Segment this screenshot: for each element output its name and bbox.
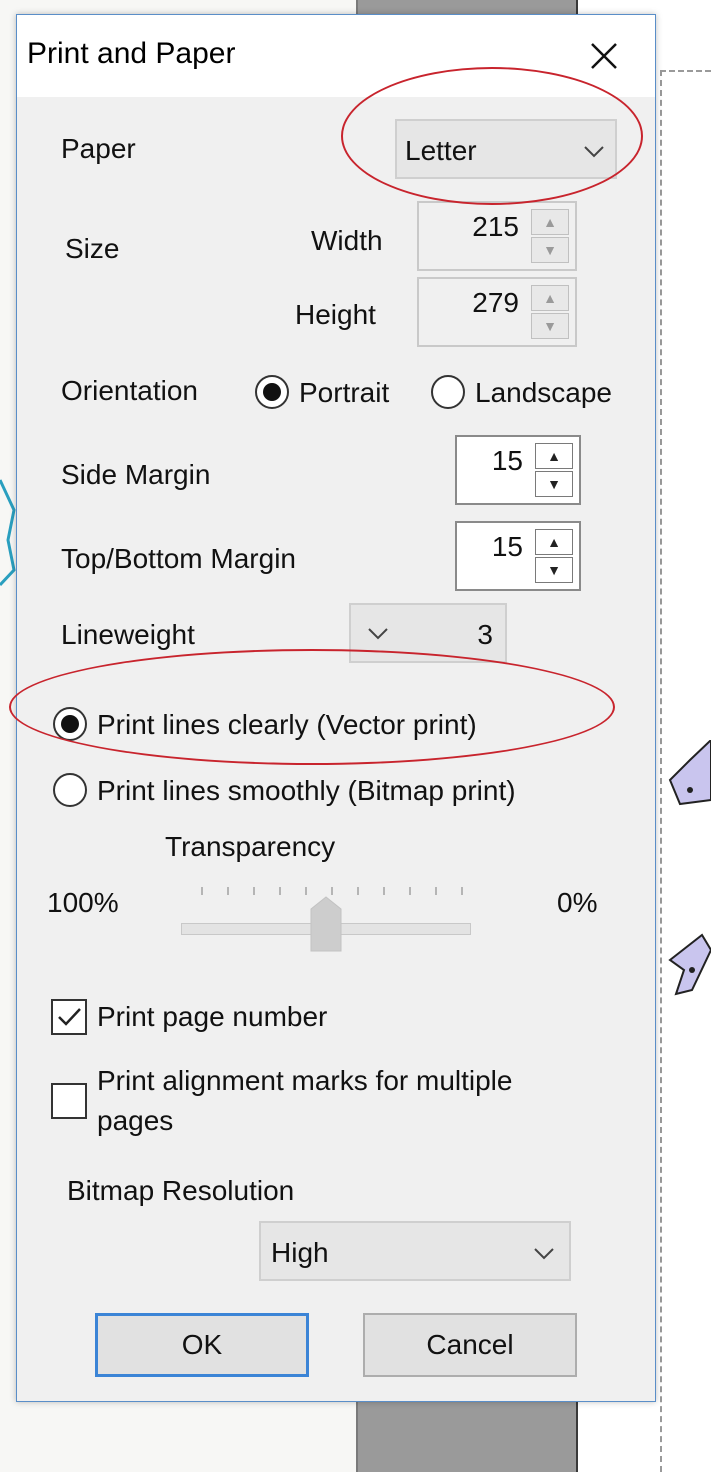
height-increment-button[interactable]: ▲: [531, 285, 569, 311]
slider-tick: [305, 887, 307, 895]
bitmap-print-label[interactable]: Print lines smoothly (Bitmap print): [97, 775, 516, 807]
top-bottom-margin-label: Top/Bottom Margin: [61, 543, 296, 574]
ok-button[interactable]: OK: [95, 1313, 309, 1377]
annotation-ellipse-vector-print: [9, 649, 615, 765]
width-value: 215: [472, 211, 519, 242]
width-stepper[interactable]: 215 ▲ ▼: [417, 201, 577, 271]
transparency-slider-thumb[interactable]: [309, 895, 343, 953]
alignment-marks-label-line2[interactable]: pages: [97, 1105, 173, 1137]
alignment-marks-checkbox[interactable]: [51, 1083, 87, 1119]
top-bottom-margin-increment-button[interactable]: ▲: [535, 529, 573, 555]
annotation-ellipse-paper: [341, 67, 643, 205]
height-decrement-button[interactable]: ▼: [531, 313, 569, 339]
side-margin-decrement-button[interactable]: ▼: [535, 471, 573, 497]
width-decrement-button[interactable]: ▼: [531, 237, 569, 263]
top-bottom-margin-stepper[interactable]: 15 ▲ ▼: [455, 521, 581, 591]
bitmap-resolution-select[interactable]: High: [259, 1221, 571, 1281]
side-margin-stepper[interactable]: 15 ▲ ▼: [455, 435, 581, 505]
radio-selected-dot: [263, 383, 281, 401]
alignment-marks-label-line1[interactable]: Print alignment marks for multiple: [97, 1065, 512, 1097]
slider-tick: [201, 887, 203, 895]
side-margin-label: Side Margin: [61, 459, 211, 490]
height-value: 279: [472, 287, 519, 318]
slider-tick: [227, 887, 229, 895]
slider-tick: [409, 887, 411, 895]
height-label: Height: [295, 299, 376, 330]
slider-tick: [383, 887, 385, 895]
top-bottom-margin-value: 15: [491, 531, 523, 562]
slider-tick: [461, 887, 463, 895]
slider-tick: [357, 887, 359, 895]
portrait-label[interactable]: Portrait: [299, 377, 389, 409]
background-shape-left: [0, 479, 16, 587]
orientation-label: Orientation: [61, 375, 198, 406]
print-and-paper-dialog: Print and Paper Paper Letter Size Width …: [9, 14, 656, 1402]
print-page-number-label[interactable]: Print page number: [97, 1001, 327, 1033]
background-shape-star-2[interactable]: [662, 930, 711, 1000]
cancel-button[interactable]: Cancel: [363, 1313, 577, 1377]
top-bottom-margin-decrement-button[interactable]: ▼: [535, 557, 573, 583]
side-margin-increment-button[interactable]: ▲: [535, 443, 573, 469]
dialog-title: Print and Paper: [27, 37, 236, 70]
transparency-max-label: 0%: [557, 887, 598, 918]
side-margin-value: 15: [491, 445, 523, 476]
landscape-radio[interactable]: [431, 375, 465, 409]
lineweight-label: Lineweight: [61, 619, 195, 650]
height-stepper[interactable]: 279 ▲ ▼: [417, 277, 577, 347]
bitmap-print-radio[interactable]: [53, 773, 87, 807]
transparency-label: Transparency: [165, 831, 336, 862]
print-page-number-checkbox[interactable]: [51, 999, 87, 1035]
width-increment-button[interactable]: ▲: [531, 209, 569, 235]
width-label: Width: [311, 225, 383, 256]
slider-tick: [435, 887, 437, 895]
portrait-radio[interactable]: [255, 375, 289, 409]
slider-tick: [279, 887, 281, 895]
transparency-min-label: 100%: [47, 887, 119, 918]
slider-tick: [331, 887, 333, 895]
chevron-down-icon: [368, 628, 388, 640]
slider-tick: [253, 887, 255, 895]
bitmap-resolution-value: High: [271, 1237, 329, 1268]
close-icon[interactable]: [579, 31, 629, 81]
landscape-label[interactable]: Landscape: [475, 377, 612, 409]
paper-label: Paper: [61, 133, 136, 164]
checkmark-icon: [58, 1008, 81, 1026]
chevron-down-icon: [534, 1248, 554, 1260]
page-boundary-horizontal: [660, 70, 711, 72]
bitmap-resolution-label: Bitmap Resolution: [67, 1175, 295, 1206]
lineweight-value: 3: [477, 619, 493, 650]
background-shape-star-1[interactable]: [660, 740, 711, 810]
size-label: Size: [65, 233, 120, 264]
